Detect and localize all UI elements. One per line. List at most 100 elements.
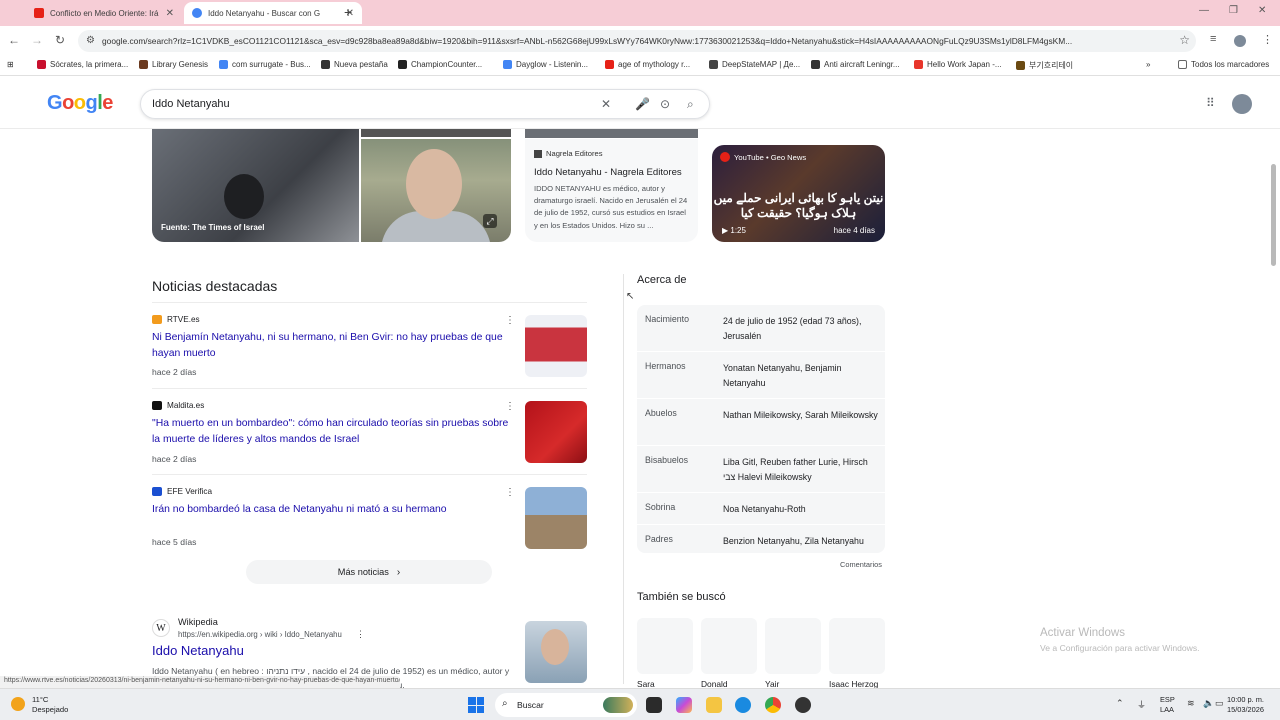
- bookmark-item[interactable]: age of mythology r...: [605, 60, 690, 69]
- edge-icon[interactable]: [735, 697, 751, 713]
- news-thumbnail[interactable]: [525, 487, 587, 549]
- bookmark-item[interactable]: ChampionCounter...: [398, 60, 482, 69]
- image-result-top[interactable]: [525, 129, 698, 138]
- news-thumbnail[interactable]: [525, 401, 587, 463]
- weather-temperature[interactable]: 11°C: [32, 695, 48, 704]
- image-result-portrait[interactable]: ⤢: [361, 139, 511, 242]
- divider: [152, 302, 587, 303]
- portrait-face: [406, 149, 462, 219]
- google-logo[interactable]: Google: [47, 92, 113, 115]
- avatar[interactable]: [1232, 94, 1252, 114]
- news-item[interactable]: Maldita.es "Ha muerto en un bombardeo": …: [152, 401, 587, 464]
- google-apps-icon[interactable]: ⠿: [1206, 96, 1215, 110]
- fact-value-link[interactable]: Liba Gitl, Reuben father Lurie, Hirsch צ…: [723, 455, 881, 484]
- volume-icon[interactable]: 🔈: [1203, 698, 1214, 709]
- bookmark-item[interactable]: Library Genesis: [139, 60, 208, 69]
- news-title[interactable]: "Ha muerto en un bombardeo": cómo han ci…: [152, 416, 517, 448]
- search-input[interactable]: Iddo Netanyahu ✕ 🎤 ⊙ ⌕: [140, 89, 710, 119]
- image-result-times-of-israel[interactable]: Fuente: The Times of Israel: [152, 129, 359, 242]
- task-view-icon[interactable]: [646, 697, 662, 713]
- video-card[interactable]: YouTube • Geo News نیتن یاہو کا بھائی ای…: [712, 145, 885, 242]
- wifi-icon[interactable]: ≋: [1187, 698, 1195, 709]
- related-person-image[interactable]: [829, 618, 885, 674]
- battery-icon[interactable]: ▭: [1215, 698, 1224, 709]
- weather-icon[interactable]: [11, 697, 25, 711]
- bookmark-favicon-icon: [503, 60, 512, 69]
- news-item[interactable]: RTVE.es Ni Benjamín Netanyahu, ni su her…: [152, 315, 587, 377]
- media-icon[interactable]: ≡: [1210, 33, 1216, 45]
- language-indicator[interactable]: ESP: [1160, 695, 1175, 704]
- scrollbar-thumb[interactable]: [1271, 164, 1276, 266]
- clock-date[interactable]: 15/03/2026: [1227, 705, 1264, 714]
- bookmark-item[interactable]: com surrugate - Bus...: [219, 60, 311, 69]
- result-title-link[interactable]: Iddo Netanyahu: [152, 643, 244, 658]
- bookmark-item[interactable]: DeepStateMAP | Де...: [709, 60, 800, 69]
- fact-value-link[interactable]: Benzion Netanyahu, Zila Netanyahu: [723, 534, 881, 549]
- menu-icon[interactable]: ⋮: [1262, 33, 1273, 46]
- nagrela-card[interactable]: Nagrela Editores Iddo Netanyahu - Nagrel…: [525, 139, 698, 242]
- close-tab-icon[interactable]: ✕: [166, 8, 174, 19]
- news-title[interactable]: Ni Benjamín Netanyahu, ni su hermano, ni…: [152, 330, 517, 362]
- image-result-top[interactable]: [361, 129, 511, 137]
- minimize-icon[interactable]: —: [1199, 5, 1209, 16]
- lens-icon[interactable]: ⊙: [660, 97, 670, 111]
- chevron-right-icon: ›: [396, 566, 401, 578]
- apps-grid-icon[interactable]: ⊞: [7, 60, 14, 69]
- news-title[interactable]: Irán no bombardeó la casa de Netanyahu n…: [152, 502, 517, 518]
- news-thumbnail[interactable]: [525, 315, 587, 377]
- fact-value-link[interactable]: Nathan Mileikowsky, Sarah Mileikowsky: [723, 408, 881, 423]
- more-options-icon[interactable]: ⋮: [505, 315, 515, 326]
- file-explorer-icon[interactable]: [706, 697, 722, 713]
- usb-icon[interactable]: ⏚: [1137, 698, 1146, 711]
- keyboard-layout-indicator[interactable]: LAA: [1160, 705, 1174, 714]
- taskbar-search[interactable]: ⌕ Buscar: [495, 693, 637, 717]
- site-info-icon[interactable]: ⚙: [86, 35, 95, 46]
- related-person-image[interactable]: [637, 618, 693, 674]
- bookmark-item[interactable]: 부기흐리테이: [1016, 60, 1073, 71]
- bookmark-favicon-icon: [398, 60, 407, 69]
- chrome-icon[interactable]: [765, 697, 781, 713]
- bookmark-star-icon[interactable]: ☆: [1179, 33, 1190, 47]
- copilot-icon[interactable]: [676, 697, 692, 713]
- result-thumbnail[interactable]: [525, 621, 587, 683]
- bookmark-item[interactable]: Sócrates, la primera...: [37, 60, 128, 69]
- news-item[interactable]: EFE Verifica Irán no bombardeó la casa d…: [152, 487, 587, 549]
- app-icon[interactable]: [795, 697, 811, 713]
- back-icon[interactable]: ←: [8, 33, 20, 47]
- microphone-icon[interactable]: 🎤: [635, 97, 650, 111]
- reload-icon[interactable]: ↻: [55, 33, 65, 47]
- maximize-icon[interactable]: ❐: [1229, 5, 1238, 16]
- show-hidden-icons[interactable]: ⌃: [1116, 698, 1124, 709]
- tab-google-search[interactable]: Iddo Netanyahu - Buscar con G ✕: [184, 2, 362, 24]
- bookmarks-overflow-button[interactable]: »: [1146, 60, 1150, 69]
- fact-value-link[interactable]: 24 de julio de 1952 (edad 73 años), Jeru…: [723, 314, 881, 343]
- forward-icon[interactable]: →: [31, 33, 43, 47]
- bookmark-item[interactable]: Anti aircraft Leningr...: [811, 60, 900, 69]
- all-bookmarks-button[interactable]: Todos los marcadores: [1178, 60, 1269, 69]
- weather-description[interactable]: Despejado: [32, 705, 68, 714]
- clock-time[interactable]: 10:00 p. m.: [1227, 695, 1264, 704]
- address-bar[interactable]: ⚙ google.com/search?rlz=1C1VDKB_esCO1121…: [78, 30, 1196, 52]
- search-icon[interactable]: ⌕: [687, 97, 694, 112]
- comments-link[interactable]: Comentarios: [840, 560, 882, 569]
- more-options-icon[interactable]: ⋮: [356, 629, 365, 640]
- related-person-image[interactable]: [765, 618, 821, 674]
- tab-conflicto[interactable]: Conflicto en Medio Oriente: Irá ✕: [26, 2, 182, 24]
- windows-start-icon[interactable]: [468, 697, 484, 713]
- new-tab-button[interactable]: +: [344, 4, 352, 20]
- bookmark-item[interactable]: Hello Work Japan -...: [914, 60, 1002, 69]
- related-person-image[interactable]: [701, 618, 757, 674]
- more-news-button[interactable]: Más noticias ›: [246, 560, 492, 584]
- result-site-name[interactable]: Wikipedia: [178, 617, 218, 627]
- clear-search-icon[interactable]: ✕: [601, 97, 611, 111]
- result-url[interactable]: https://en.wikipedia.org › wiki › Iddo_N…: [178, 630, 342, 639]
- close-window-icon[interactable]: ✕: [1258, 5, 1266, 16]
- bookmark-item[interactable]: Dayglow - Listenin...: [503, 60, 588, 69]
- more-options-icon[interactable]: ⋮: [505, 487, 515, 498]
- bookmark-item[interactable]: Nueva pestaña: [321, 60, 388, 69]
- more-options-icon[interactable]: ⋮: [505, 401, 515, 412]
- profile-avatar[interactable]: [1234, 35, 1246, 47]
- expand-image-icon[interactable]: ⤢: [483, 214, 497, 228]
- fact-value-link[interactable]: Noa Netanyahu-Roth: [723, 502, 881, 517]
- fact-value-link[interactable]: Yonatan Netanyahu, Benjamin Netanyahu: [723, 361, 881, 390]
